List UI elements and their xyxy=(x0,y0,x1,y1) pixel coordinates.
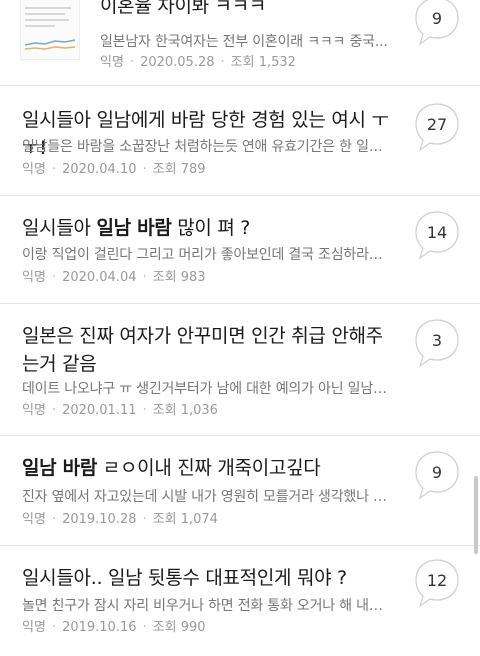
post-preview: 진자 옆에서 자고있는데 시발 내가 영원히 모를거라 생각했나 찟... xyxy=(22,489,394,505)
comment-count: 9 xyxy=(431,8,443,28)
comment-count: 3 xyxy=(431,330,443,350)
scrollbar[interactable] xyxy=(474,476,478,554)
post-title[interactable]: 일본은 진짜 여자가 안꾸미면 인간 취급 안해주는거 같음 xyxy=(22,322,392,378)
post-views: 조회 1,074 xyxy=(152,512,218,527)
post-date: 2020.01.11 xyxy=(62,403,137,418)
post-author: 익명 xyxy=(22,512,46,527)
post-views: 조회 1,532 xyxy=(230,55,296,70)
post-title-suffix: 많이 펴 ? xyxy=(171,217,251,239)
post-author: 익명 xyxy=(22,620,46,635)
post-thumbnail[interactable] xyxy=(20,0,80,60)
comment-count-badge[interactable]: 9 xyxy=(414,450,466,502)
post-meta: 익명 · 2019.10.28 · 조회 1,074 xyxy=(22,512,218,527)
comment-count-badge[interactable]: 27 xyxy=(414,102,466,154)
post-meta: 익명 · 2020.05.28 · 조회 1,532 xyxy=(100,55,296,70)
post-preview: 데이트 나오냐구 ㅠ 생긴거부터가 남에 대한 예의가 아닌 일남들... xyxy=(22,381,394,397)
post-meta: 익명 · 2019.10.16 · 조회 990 xyxy=(22,620,206,635)
comment-count: 9 xyxy=(431,462,443,482)
post-preview: 일본남자 한국여자는 전부 이혼이래 ㅋㅋㅋ 중국... xyxy=(100,34,388,50)
comment-count: 14 xyxy=(426,222,448,242)
post-date: 2020.04.04 xyxy=(62,270,137,285)
list-item[interactable]: 일시들아.. 일남 뒷통수 대표적인게 뭐야 ? 놀면 친구가 잠시 자리 비우… xyxy=(0,546,480,656)
post-meta: 익명 · 2020.01.11 · 조회 1,036 xyxy=(22,403,218,418)
post-date: 2019.10.28 xyxy=(62,512,137,527)
post-title[interactable]: 일남 바람 ㄹㅇ이내 진짜 개죽이고깊다 xyxy=(22,454,392,482)
post-date: 2020.04.10 xyxy=(62,162,137,177)
list-item[interactable]: 일본은 진짜 여자가 안꾸미면 인간 취급 안해주는거 같음 데이트 나오냐구 … xyxy=(0,304,480,436)
post-views: 조회 990 xyxy=(152,620,206,635)
post-title-prefix: 일시들아 xyxy=(22,217,97,239)
comment-count: 12 xyxy=(426,570,448,590)
post-author: 익명 xyxy=(22,162,46,177)
post-views: 조회 1,036 xyxy=(152,403,218,418)
comment-count-badge[interactable]: 12 xyxy=(414,558,466,610)
list-item[interactable]: 일시들아 일남에게 바람 당한 경험 있는 여시 ㅜㅜ! 일남들은 바람을 소꿉… xyxy=(0,86,480,196)
post-preview: 일남들은 바람을 소꿉장난 처럼하는듯 연애 유효기간은 한 일년... xyxy=(22,139,394,155)
post-preview: 이랑 직업이 걸린다 그리고 머리가 좋아보인데 결국 조심하라는... xyxy=(22,247,394,263)
post-title-highlight: 일남 바람 xyxy=(96,217,172,239)
post-author: 익명 xyxy=(22,403,46,418)
post-author: 익명 xyxy=(100,55,124,70)
post-title[interactable]: 일시들아.. 일남 뒷통수 대표적인게 뭐야 ? xyxy=(22,564,392,592)
post-preview: 놀면 친구가 잠시 자리 비우거나 하면 전화 통화 오거나 해 내가... xyxy=(22,598,394,614)
post-title[interactable]: 일시들아 일남 바람 많이 펴 ? xyxy=(22,214,392,242)
post-views: 조회 983 xyxy=(152,270,206,285)
comment-count-badge[interactable]: 3 xyxy=(414,318,466,370)
list-item[interactable]: 일남 바람 ㄹㅇ이내 진짜 개죽이고깊다 진자 옆에서 자고있는데 시발 내가 … xyxy=(0,436,480,546)
comment-count: 27 xyxy=(426,114,448,134)
post-meta: 익명 · 2020.04.04 · 조회 983 xyxy=(22,270,206,285)
post-date: 2020.05.28 xyxy=(140,55,215,70)
comment-count-badge[interactable]: 14 xyxy=(414,210,466,262)
post-meta: 익명 · 2020.04.10 · 조회 789 xyxy=(22,162,206,177)
comment-count-badge[interactable]: 9 xyxy=(414,0,466,48)
post-title-suffix: ㄹㅇ이내 진짜 개죽이고깊다 xyxy=(97,457,321,479)
post-title-highlight: 일남 바람 xyxy=(22,457,98,479)
list-item[interactable]: 일시들아 일남 바람 많이 펴 ? 이랑 직업이 걸린다 그리고 머리가 좋아보… xyxy=(0,196,480,304)
post-date: 2019.10.16 xyxy=(62,620,137,635)
post-author: 익명 xyxy=(22,270,46,285)
post-views: 조회 789 xyxy=(152,162,206,177)
list-item[interactable]: 이혼율 차이봐 ㅋㅋㅋ 일본남자 한국여자는 전부 이혼이래 ㅋㅋㅋ 중국...… xyxy=(0,0,480,86)
